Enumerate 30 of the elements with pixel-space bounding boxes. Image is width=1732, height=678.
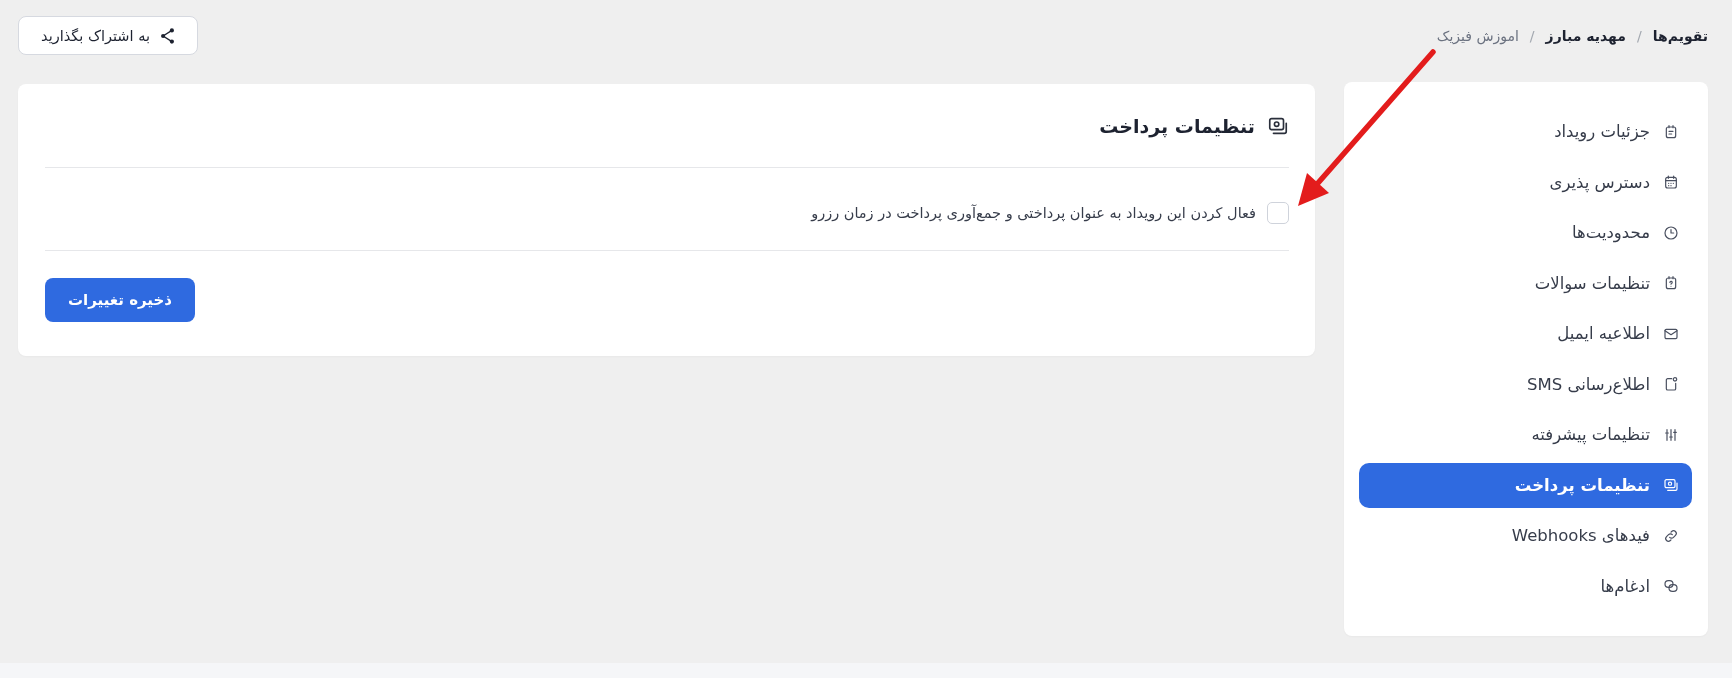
sidebar-item[interactable]: تنظیمات سوالات	[1359, 260, 1692, 306]
calendar-note-icon	[1663, 123, 1679, 140]
breadcrumb-separator: /	[1636, 26, 1642, 46]
share-icon	[159, 27, 175, 44]
breadcrumb-separator: /	[1529, 26, 1535, 46]
panel-title: تنظیمات پرداخت	[1099, 114, 1255, 137]
checkbox-label: فعال کردن این رویداد به عنوان پرداختی و جمع‌آوری پرداخت در زمان رزرو	[811, 205, 1256, 221]
sidebar-item[interactable]: محدودیت‌ها	[1359, 210, 1692, 255]
calendar-question-icon	[1663, 275, 1679, 291]
sidebar-item[interactable]: ادغام‌ها	[1359, 563, 1692, 609]
sidebar-item[interactable]: اطلاع‌رسانی SMS	[1359, 361, 1692, 407]
linked-rings-icon	[1663, 578, 1679, 594]
sidebar-item[interactable]: اطلاعیه ایمیل	[1359, 311, 1692, 356]
clock-icon	[1663, 224, 1679, 241]
breadcrumb-current: اموزش فیزیک	[1436, 26, 1519, 46]
device-dot-icon	[1663, 376, 1679, 392]
sidebar-item[interactable]: تنظیمات پرداخت	[1359, 462, 1692, 508]
banknote-icon	[1663, 477, 1679, 493]
calendar-icon	[1663, 174, 1679, 190]
link-icon	[1663, 527, 1679, 544]
checkbox[interactable]	[1267, 202, 1289, 224]
breadcrumb-link[interactable]: مهدیه مبارز	[1545, 25, 1626, 46]
sidebar-item[interactable]: دسترس پذیری	[1359, 159, 1692, 205]
sidebar-item[interactable]: جزئیات رویداد	[1359, 109, 1692, 154]
breadcrumb-link[interactable]: تقویم‌ها	[1652, 25, 1708, 46]
share-button[interactable]: به اشتراک بگذارید	[18, 16, 198, 55]
sidebar-item[interactable]: فیدهای Webhooks	[1359, 513, 1692, 558]
save-button[interactable]: ذخیره تغییرات	[45, 278, 195, 322]
sliders-icon	[1663, 426, 1679, 443]
sidebar-item[interactable]: تنظیمات پیشرفته	[1359, 412, 1692, 457]
